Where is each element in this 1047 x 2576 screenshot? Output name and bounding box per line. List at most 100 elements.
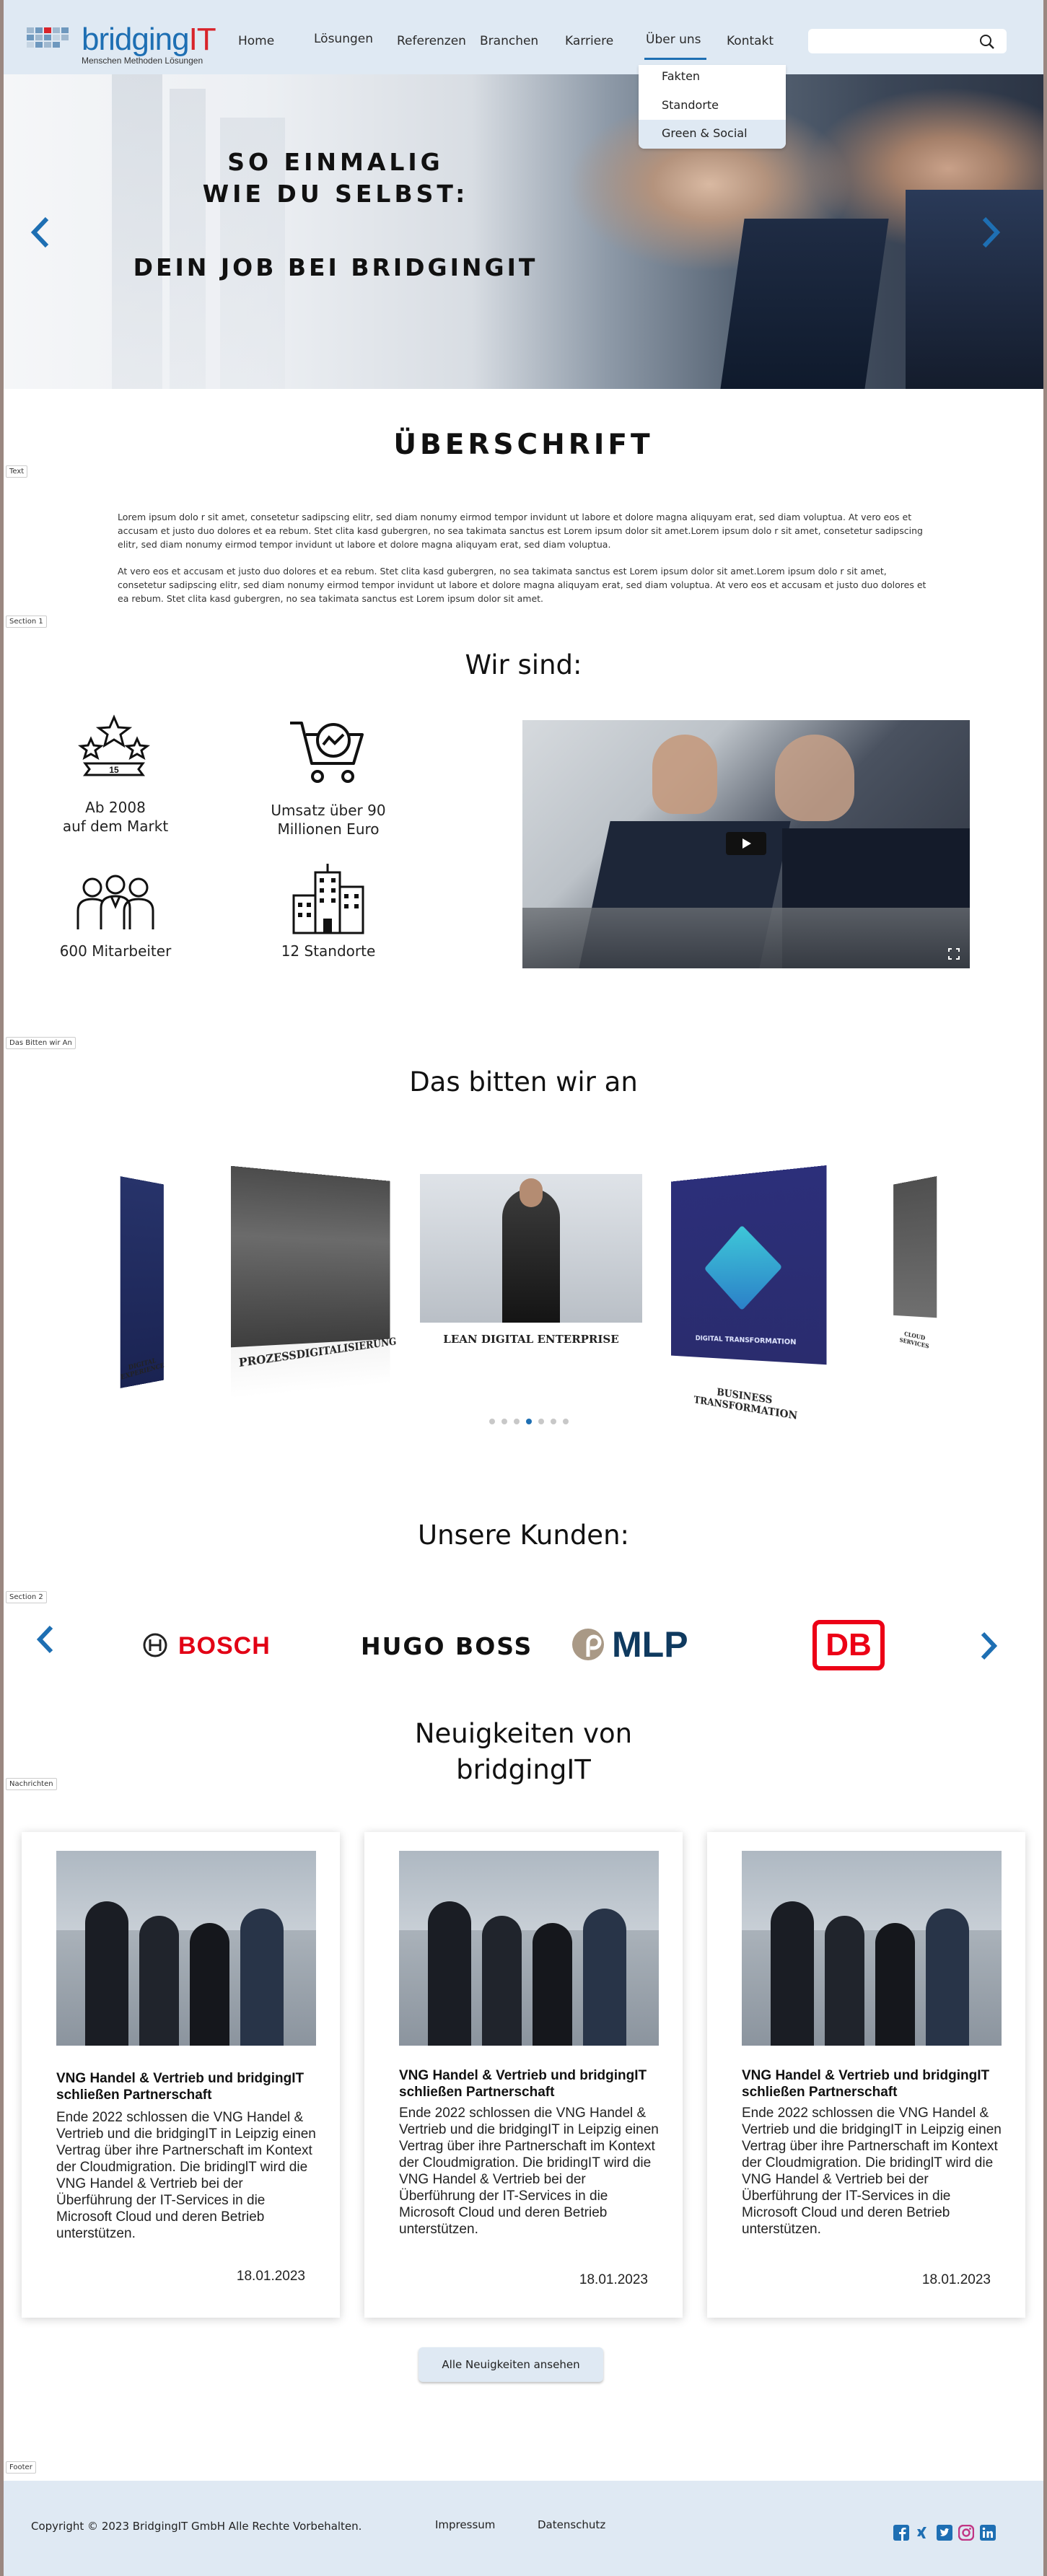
- carousel-dot-4-active[interactable]: [526, 1419, 532, 1424]
- customers-next-arrow-icon[interactable]: [978, 1631, 999, 1661]
- offer-tile-far-right-caption: CLOUD SERVICES: [899, 1330, 929, 1350]
- news-title-2[interactable]: VNG Handel & Vertrieb und bridgingIT sch…: [399, 2067, 659, 2100]
- offer-tile-far-left[interactable]: DIGITAL EXPERIENCE: [120, 1176, 165, 1388]
- offer-tile-lean-digital[interactable]: LEAN DIGITAL ENTERPRISE: [420, 1174, 642, 1362]
- right-border: [1043, 0, 1047, 2576]
- hero-headline-1: SO EINMALIG: [227, 148, 444, 176]
- stat-label-employees: 600 Mitarbeiter: [59, 942, 172, 960]
- offer-tile-far-right[interactable]: CLOUD SERVICES: [893, 1175, 937, 1395]
- all-news-button[interactable]: Alle Neuigkeiten ansehen: [419, 2347, 603, 2382]
- news-title-3[interactable]: VNG Handel & Vertrieb und bridgingIT sch…: [742, 2067, 1002, 2100]
- nav-loesungen[interactable]: Lösungen: [314, 32, 373, 46]
- lean-digital-person: [502, 1188, 560, 1323]
- nav-branchen[interactable]: Branchen: [480, 34, 538, 48]
- video-person-face: [775, 735, 854, 821]
- video-person-face: [652, 735, 717, 814]
- stat-label-revenue: Umsatz über 90 Millionen Euro: [253, 801, 404, 838]
- dropdown-item-standorte[interactable]: Standorte: [662, 98, 719, 112]
- nav-kontakt[interactable]: Kontakt: [727, 34, 774, 48]
- logo-accent: IT: [188, 22, 216, 57]
- carousel-dot-2[interactable]: [501, 1419, 507, 1424]
- play-button[interactable]: [726, 832, 766, 855]
- news-person-1: [85, 1901, 128, 2046]
- carousel-dot-5[interactable]: [538, 1419, 544, 1424]
- stat-label-locations: 12 Standorte: [281, 942, 376, 960]
- lean-digital-face: [520, 1178, 543, 1207]
- search-input[interactable]: [808, 29, 1007, 53]
- customer-logo-hugo-boss: HUGO BOSS: [361, 1632, 533, 1660]
- xing-icon[interactable]: [915, 2525, 931, 2541]
- dropdown-item-fakten[interactable]: Fakten: [662, 69, 700, 83]
- hero-next-arrow-icon[interactable]: [980, 216, 1002, 249]
- bosch-wordmark: BOSCH: [178, 1632, 271, 1660]
- logo-wordmark[interactable]: bridgingIT: [82, 22, 216, 58]
- carousel-dot-1[interactable]: [489, 1419, 495, 1424]
- facebook-icon[interactable]: [893, 2525, 909, 2541]
- news-person-4: [583, 1909, 626, 2046]
- carousel-dot-6[interactable]: [551, 1419, 556, 1424]
- stat-year-line2: auf dem Markt: [62, 818, 169, 835]
- section-tag-text: Text: [6, 465, 28, 478]
- nav-referenzen[interactable]: Referenzen: [397, 34, 466, 48]
- news-title-line1: Neuigkeiten von: [414, 1718, 633, 1749]
- news-person-3: [533, 1923, 572, 2046]
- nav-home[interactable]: Home: [238, 34, 274, 48]
- footer-link-impressum[interactable]: Impressum: [435, 2518, 495, 2531]
- hero-prev-arrow-icon[interactable]: [30, 216, 51, 249]
- news-title-1[interactable]: VNG Handel & Vertrieb und bridgingIT sch…: [56, 2070, 316, 2103]
- logo-tagline: Menschen Methoden Lösungen: [82, 56, 203, 66]
- news-date-2: 18.01.2023: [579, 2272, 648, 2287]
- logo-main: bridging: [82, 22, 190, 57]
- stars-award-icon: 15: [78, 714, 150, 776]
- mlp-emblem-icon: [572, 1629, 604, 1660]
- news-date-1: 18.01.2023: [236, 2269, 305, 2284]
- site-footer: Copyright © 2023 BridgingIT GmbH Alle Re…: [4, 2481, 1043, 2576]
- offer-tile-prozessdigitalisierung[interactable]: PROZESSDIGITALISIERUNG: [231, 1165, 397, 1399]
- section-tag-offer: Das Bitten wir An: [6, 1037, 76, 1049]
- news-person-3: [190, 1923, 229, 2046]
- section-title-offer: Das bitten wir an: [409, 1066, 638, 1098]
- news-card-2[interactable]: VNG Handel & Vertrieb und bridgingIT sch…: [364, 1832, 683, 2318]
- hero-suit-graphic: [720, 219, 889, 389]
- intro-video-player[interactable]: [522, 720, 970, 968]
- instagram-icon[interactable]: [958, 2525, 974, 2541]
- nav-ueber-uns[interactable]: Über uns: [646, 32, 701, 47]
- section-title-news: Neuigkeiten von bridgingIT: [4, 1716, 1043, 1788]
- stat-revenue-line2: Millionen Euro: [277, 820, 380, 838]
- news-person-1: [771, 1901, 814, 2046]
- news-person-4: [240, 1909, 284, 2046]
- news-person-2: [825, 1916, 864, 2046]
- hero-slider: SO EINMALIG WIE DU SELBST: DEIN JOB BEI …: [4, 74, 1043, 389]
- news-title-line2: bridgingIT: [456, 1754, 591, 1785]
- carousel-dot-3[interactable]: [514, 1419, 520, 1424]
- logo-mark-icon[interactable]: [27, 27, 77, 48]
- offer-tile-inner-label: DIGITAL TRANSFORMATION: [695, 1334, 797, 1347]
- site-header: bridgingIT Menschen Methoden Lösungen Ho…: [4, 0, 1043, 74]
- chip-graphic: [704, 1225, 783, 1311]
- news-person-2: [482, 1916, 522, 2046]
- news-person-1: [428, 1901, 471, 2046]
- offer-tile-business-transformation[interactable]: DIGITAL TRANSFORMATION BUSINESS TRANSFOR…: [671, 1165, 827, 1422]
- lorem-paragraph-2: At vero eos et accusam et justo duo dolo…: [118, 566, 926, 604]
- offer-tile-caption-business: BUSINESS TRANSFORMATION: [693, 1386, 798, 1423]
- fullscreen-icon[interactable]: [948, 948, 960, 960]
- linkedin-icon[interactable]: [980, 2525, 996, 2541]
- hero-building-graphic: [112, 74, 162, 389]
- nav-karriere[interactable]: Karriere: [565, 34, 613, 48]
- news-text-3: Ende 2022 schlossen die VNG Handel & Ver…: [742, 2106, 1002, 2237]
- dropdown-item-green-social[interactable]: Green & Social: [662, 126, 748, 140]
- customers-prev-arrow-icon[interactable]: [35, 1624, 56, 1655]
- play-icon[interactable]: [726, 832, 766, 855]
- news-card-3[interactable]: VNG Handel & Vertrieb und bridgingIT sch…: [707, 1832, 1025, 2318]
- news-card-1[interactable]: VNG Handel & Vertrieb und bridgingIT sch…: [22, 1832, 340, 2318]
- footer-link-datenschutz[interactable]: Datenschutz: [538, 2518, 605, 2531]
- news-image-2: [399, 1851, 659, 2046]
- section-tag-section-1: Section 1: [6, 615, 47, 628]
- search-icon[interactable]: [979, 34, 995, 50]
- carousel-dot-7[interactable]: [563, 1419, 569, 1424]
- page: bridgingIT Menschen Methoden Lösungen Ho…: [4, 0, 1043, 2576]
- mlp-wordmark: MLP: [612, 1624, 688, 1665]
- customer-logo-mlp: MLP: [571, 1624, 701, 1665]
- active-nav-indicator: [644, 58, 706, 60]
- twitter-icon[interactable]: [937, 2525, 952, 2541]
